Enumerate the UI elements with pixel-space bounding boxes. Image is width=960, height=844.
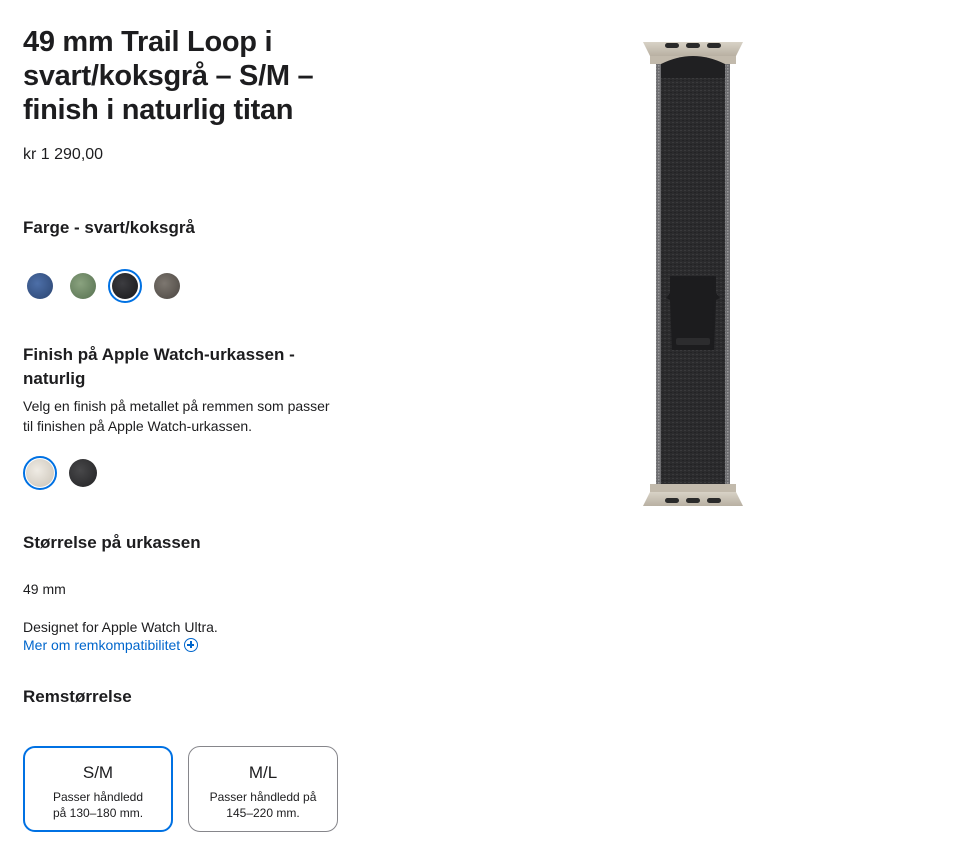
swatch-green-icon — [70, 273, 96, 299]
band-size-desc: Passer håndledd på 130–180 mm. — [52, 790, 144, 820]
swatch-black-finish-icon — [69, 459, 97, 487]
color-swatch-grey[interactable] — [150, 269, 184, 303]
plus-circle-icon — [184, 638, 199, 652]
product-image — [640, 38, 746, 508]
swatch-blue-icon — [27, 273, 53, 299]
band-size-label: M/L — [248, 763, 278, 782]
color-heading: Farge - svart/koksgrå — [23, 218, 195, 237]
finish-swatch-natural[interactable] — [23, 456, 57, 490]
swatch-natural-icon — [26, 459, 54, 487]
compatibility-link[interactable]: Mer om remkompatibilitet — [23, 637, 199, 653]
swatch-black-icon — [112, 273, 138, 299]
finish-heading: Finish på Apple Watch-urkassen - naturli… — [23, 345, 295, 388]
color-swatch-blue[interactable] — [23, 269, 57, 303]
finish-swatch-black[interactable] — [66, 456, 100, 490]
trail-loop-band-icon — [643, 42, 743, 506]
color-swatch-black[interactable] — [108, 269, 142, 303]
finish-description: Velg en finish på metallet på remmen som… — [23, 398, 330, 434]
case-size-value: 49 mm — [23, 581, 66, 597]
band-size-option-sm[interactable]: S/M Passer håndledd på 130–180 mm. — [23, 746, 173, 832]
product-price: kr 1 290,00 — [23, 146, 104, 163]
case-size-heading: Størrelse på urkassen — [23, 533, 201, 552]
swatch-grey-icon — [154, 273, 180, 299]
band-size-heading: Remstørrelse — [23, 687, 132, 706]
color-swatch-green[interactable] — [66, 269, 100, 303]
band-size-desc: Passer håndledd på 145–220 mm. — [209, 790, 317, 820]
band-size-option-ml[interactable]: M/L Passer håndledd på 145–220 mm. — [188, 746, 338, 832]
product-title: 49 mm Trail Loop i svart/koksgrå – S/M –… — [23, 26, 314, 126]
compat-note: Designet for Apple Watch Ultra. — [23, 619, 218, 635]
band-size-label: S/M — [82, 763, 114, 782]
compatibility-link-label: Mer om remkompatibilitet — [23, 637, 181, 653]
